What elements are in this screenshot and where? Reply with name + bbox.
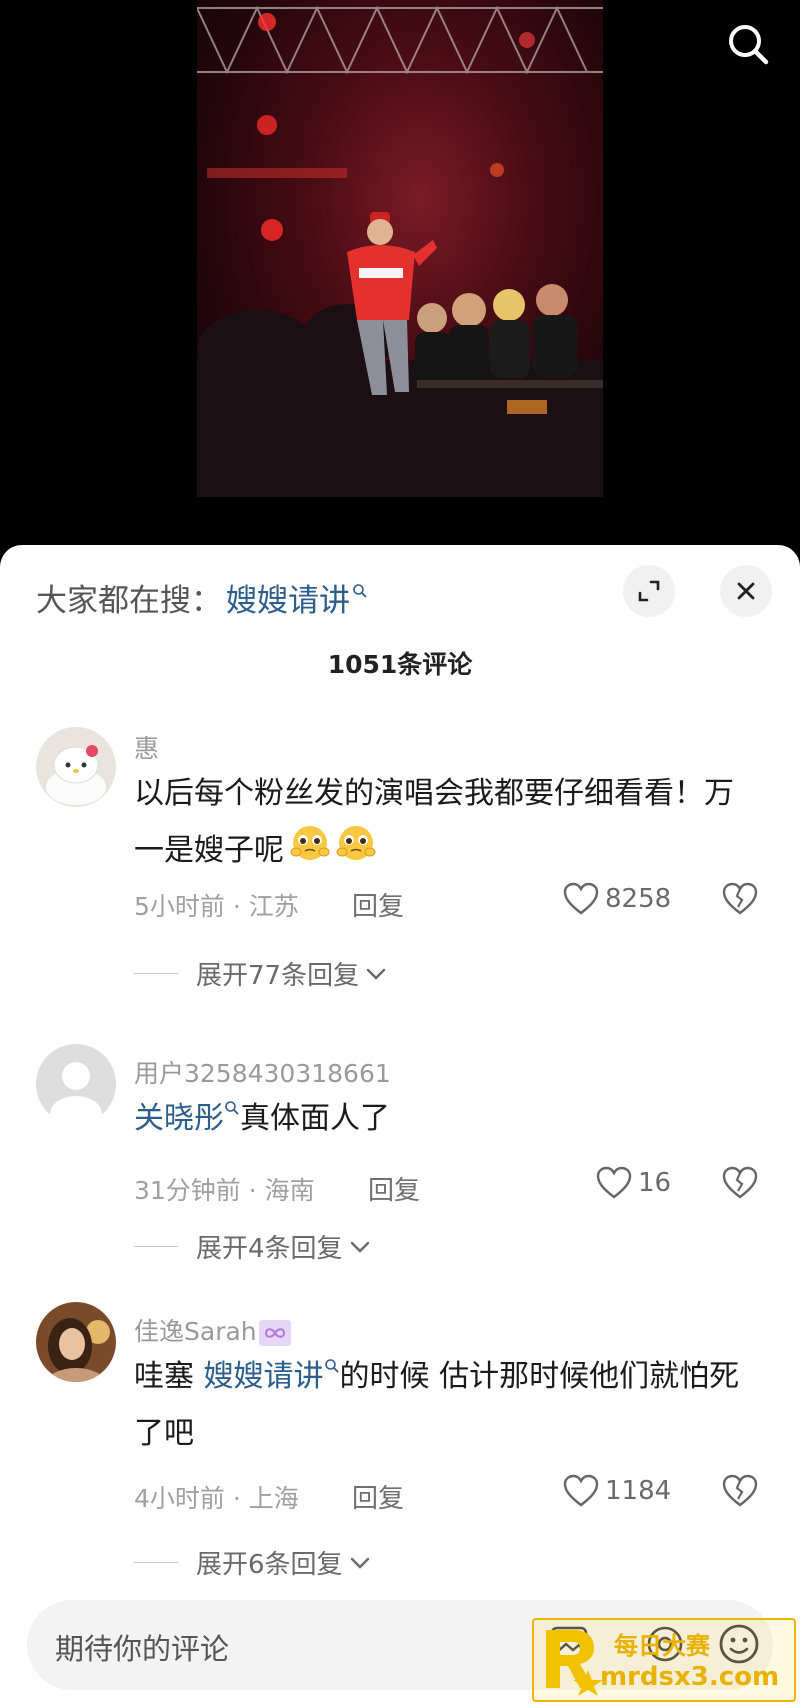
- like-count: 16: [638, 1168, 672, 1198]
- broken-heart-icon: [722, 1166, 758, 1199]
- pleading-face-emoji: [334, 822, 378, 881]
- default-user-avatar-icon: [36, 1044, 116, 1124]
- expand-replies-label: 展开77条回复: [196, 961, 360, 991]
- comment-sheet-header: 大家都在搜： 嫂嫂请讲 1051条评论: [0, 545, 800, 679]
- expand-replies-button[interactable]: 展开77条回复: [134, 955, 387, 992]
- heart-icon: [596, 1166, 632, 1199]
- dislike-button[interactable]: [722, 1474, 758, 1512]
- expand-replies-button[interactable]: 展开4条回复: [134, 1228, 371, 1265]
- comment-input-placeholder[interactable]: 期待你的评论: [55, 1626, 229, 1668]
- comment-meta: 5小时前 · 江苏: [134, 892, 299, 921]
- reply-button[interactable]: 回复: [352, 886, 404, 923]
- video-player[interactable]: [0, 0, 800, 545]
- like-button[interactable]: 1184: [563, 1474, 671, 1508]
- mention-link[interactable]: 嫂嫂请讲: [204, 1359, 324, 1394]
- expand-replies-label: 展开4条回复: [196, 1234, 343, 1264]
- comment-username[interactable]: 佳逸Sarah: [134, 1312, 291, 1348]
- search-icon: [353, 583, 367, 598]
- comment-username-text: 佳逸Sarah: [134, 1317, 257, 1346]
- comment-text: 关晓彤 真体面人了: [134, 1090, 744, 1147]
- divider-line: [134, 1562, 178, 1563]
- like-count: 8258: [605, 884, 672, 914]
- avatar[interactable]: [36, 1302, 116, 1382]
- comment-item: 惠 以后每个粉丝发的演唱会我都要仔细看看！万一是嫂子呢 5小时前 · 江苏 回复…: [0, 727, 800, 1027]
- avatar[interactable]: [36, 727, 116, 807]
- comment-count: 1051条评论: [327, 650, 473, 679]
- chevron-down-icon: [366, 968, 386, 980]
- heart-icon: [563, 1474, 599, 1507]
- comment-username[interactable]: 用户3258430318661: [134, 1054, 391, 1090]
- comment-item: 佳逸Sarah 哇塞 嫂嫂请讲 的时候 估计那时候他们就怕死了吧 4小时前 · 上…: [0, 1302, 800, 1632]
- concert-scene-illustration: [197, 5, 603, 497]
- avatar-photo-image: [36, 1302, 116, 1382]
- divider-line: [134, 973, 178, 974]
- divider-line: [134, 1246, 178, 1247]
- like-count: 1184: [605, 1476, 672, 1506]
- mention-link[interactable]: 关晓彤: [134, 1101, 224, 1136]
- dislike-button[interactable]: [722, 1166, 758, 1204]
- close-sheet-button[interactable]: [720, 565, 772, 617]
- hot-search-banner[interactable]: 大家都在搜： 嫂嫂请讲: [36, 575, 368, 620]
- site-watermark: 每日大赛 mrdsx3.com: [532, 1618, 796, 1702]
- heart-icon: [563, 882, 599, 915]
- expand-replies-button[interactable]: 展开6条回复: [134, 1544, 371, 1581]
- comment-meta: 31分钟前 · 海南: [134, 1176, 315, 1205]
- comment-text: 哇塞 嫂嫂请讲 的时候 估计那时候他们就怕死了吧: [134, 1348, 744, 1462]
- comment-meta: 4小时前 · 上海: [134, 1484, 299, 1513]
- comment-item: 用户3258430318661 关晓彤 真体面人了 31分钟前 · 海南 回复 1…: [0, 1044, 800, 1304]
- broken-heart-icon: [722, 1474, 758, 1507]
- expand-replies-label: 展开6条回复: [196, 1550, 343, 1580]
- search-icon: [729, 25, 769, 65]
- comment-text-prefix: 哇塞: [134, 1359, 204, 1394]
- comment-text: 以后每个粉丝发的演唱会我都要仔细看看！万一是嫂子呢: [134, 765, 744, 881]
- chevron-down-icon: [350, 1241, 369, 1253]
- avatar[interactable]: [36, 1044, 116, 1124]
- hot-search-keyword[interactable]: 嫂嫂请讲: [226, 575, 350, 620]
- watermark-url: mrdsx3.com: [600, 1662, 780, 1692]
- avatar-hello-kitty-image: [36, 727, 116, 807]
- like-button[interactable]: 8258: [563, 882, 671, 916]
- hot-search-prefix: 大家都在搜：: [36, 583, 222, 619]
- expand-icon: [638, 580, 660, 602]
- like-button[interactable]: 16: [596, 1166, 671, 1200]
- comment-username[interactable]: 惠: [134, 729, 159, 765]
- broken-heart-icon: [722, 882, 758, 915]
- reply-button[interactable]: 回复: [368, 1170, 420, 1207]
- infinity-badge-icon: [258, 1320, 291, 1346]
- search-icon: [324, 1359, 339, 1373]
- comment-text-content: 真体面人了: [240, 1101, 390, 1136]
- search-button[interactable]: [720, 16, 776, 72]
- expand-sheet-button[interactable]: [623, 565, 675, 617]
- pleading-face-emoji: [288, 822, 332, 881]
- watermark-title: 每日大赛: [614, 1632, 710, 1660]
- search-icon: [225, 1101, 239, 1115]
- comment-sheet: 大家都在搜： 嫂嫂请讲 1051条评论 惠 以后每个粉丝发的演唱会我都要仔细看看…: [0, 545, 800, 1707]
- close-icon: [737, 582, 755, 600]
- comment-text-content: 以后每个粉丝发的演唱会我都要仔细看看！万一是嫂子呢: [134, 776, 734, 868]
- reply-button[interactable]: 回复: [352, 1478, 404, 1515]
- concert-video-frame[interactable]: [197, 0, 603, 497]
- chevron-down-icon: [350, 1557, 369, 1569]
- dislike-button[interactable]: [722, 882, 758, 920]
